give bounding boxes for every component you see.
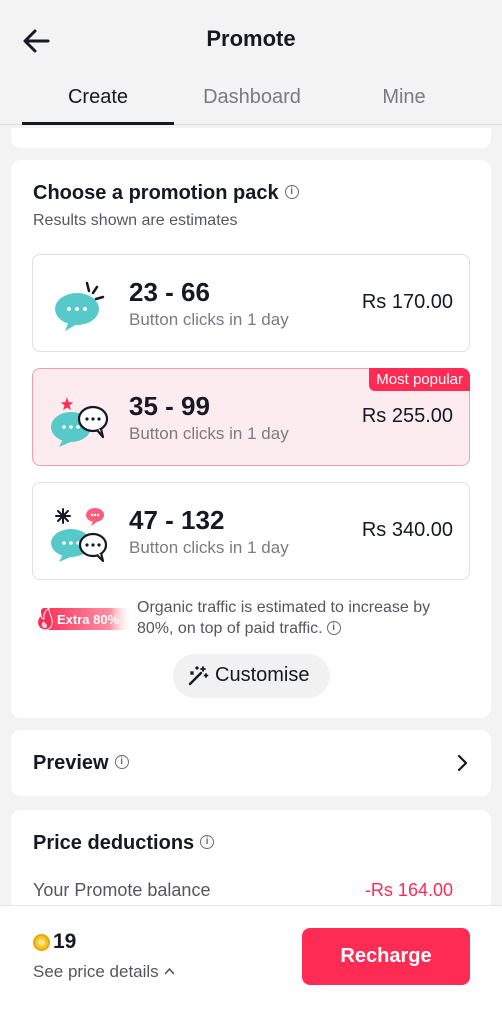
chat-bubbles-icon [51,397,109,447]
pack-price: Rs 170.00 [361,291,453,313]
recharge-button[interactable]: Recharge [302,928,470,985]
price-deductions-title: Price deductions i [33,832,215,855]
pack-range: 35 - 99 [129,391,210,421]
pack-price: Rs 340.00 [361,519,453,541]
info-icon[interactable]: i [114,754,129,769]
price-deductions-card: Price deductions i Your Promote balance -… [11,810,491,910]
customise-button[interactable]: Customise [173,654,330,698]
extra-traffic-text: Organic traffic is estimated to increase… [137,597,467,639]
preview-row[interactable]: Preview i [11,730,491,796]
tab-active-indicator [22,122,174,125]
pack-range: 23 - 66 [129,277,210,307]
previous-section-card [11,128,491,148]
see-price-details-link[interactable]: See price details [33,962,175,982]
pack-option-1[interactable]: 23 - 66 Button clicks in 1 day Rs 170.00 [32,254,470,352]
tab-bar: Create Dashboard Mine [0,80,502,125]
preview-title: Preview i [33,752,129,775]
chat-bubbles-multi-icon [51,508,108,563]
customise-label: Customise [215,664,310,686]
bottom-bar: 19 See price details Recharge [0,905,502,1024]
pack-section-subtitle: Results shown are estimates [33,212,238,229]
extra-traffic-text-content: Organic traffic is estimated to increase… [137,599,431,637]
extra-badge-text: Extra 80% [57,612,120,627]
preview-title-text: Preview [33,752,109,774]
header: Promote Create Dashboard Mine [0,0,502,125]
promote-balance-value: -Rs 164.00 [364,880,453,900]
price-deductions-title-text: Price deductions [33,832,195,854]
pack-option-2[interactable]: Most popular 35 - 99 Button clicks in 1 … [32,368,470,466]
extra-traffic-badge: Extra 80% [37,606,133,631]
page-title: Promote [206,26,296,51]
tab-create[interactable]: Create [22,80,174,125]
pack-section-title-text: Choose a promotion pack [33,182,279,204]
most-popular-badge: Most popular [369,368,470,391]
chevron-up-icon [165,967,175,974]
magic-wand-icon [188,666,209,686]
promotion-pack-card: Choose a promotion pack i Results shown a… [11,160,491,718]
pack-option-3[interactable]: 47 - 132 Button clicks in 1 day Rs 340.0… [32,482,470,580]
pack-range: 47 - 132 [129,505,225,535]
chevron-right-icon [457,754,468,772]
pack-section-title: Choose a promotion pack i [33,182,299,205]
pack-price: Rs 255.00 [361,405,453,427]
info-icon[interactable]: i [200,834,215,849]
pack-description: Button clicks in 1 day [129,424,289,443]
pack-description: Button clicks in 1 day [129,310,289,329]
coin-icon [33,934,50,951]
chat-bubble-icon [55,281,105,331]
promote-balance-label: Your Promote balance [33,880,211,900]
info-icon[interactable]: i [284,184,299,199]
info-icon[interactable]: i [326,620,341,635]
tab-dashboard[interactable]: Dashboard [176,80,328,125]
pack-description: Button clicks in 1 day [129,538,289,557]
see-price-details-label: See price details [33,962,159,981]
coin-count: 19 [53,930,77,953]
tab-mine[interactable]: Mine [328,80,480,125]
